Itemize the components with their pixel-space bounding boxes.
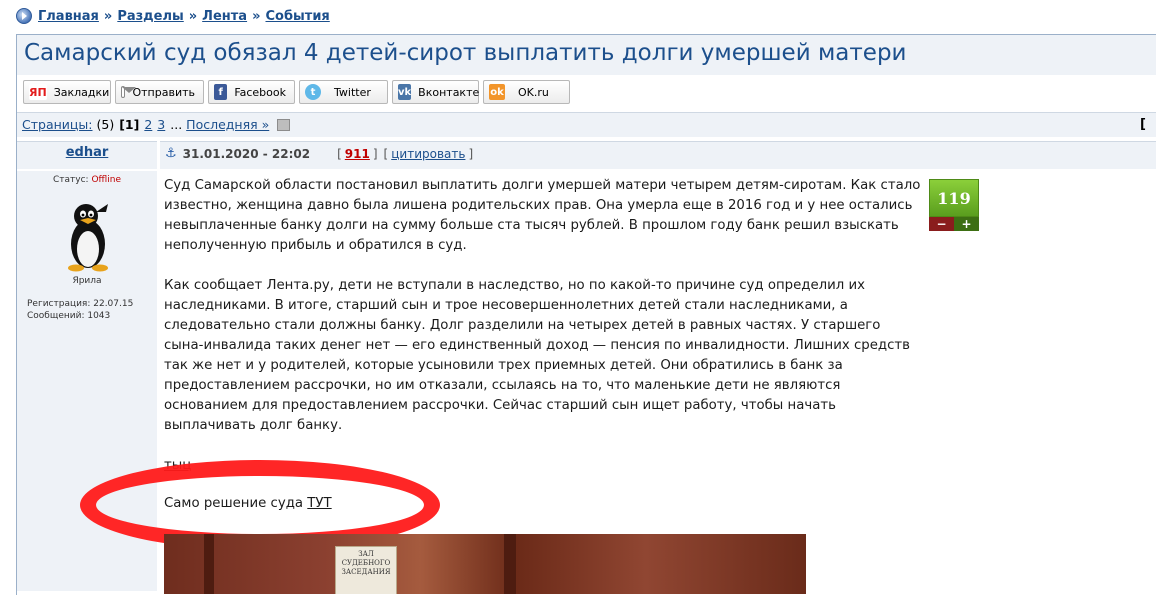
message-count: Сообщений: 1043: [27, 311, 111, 321]
post-number-link[interactable]: 911: [345, 147, 370, 161]
post-paragraph: Суд Самарской области постановил выплати…: [164, 178, 921, 253]
mail-icon: [121, 86, 138, 98]
okru-label: OK.ru: [518, 85, 549, 99]
breadcrumb-sections[interactable]: Разделы: [117, 9, 183, 24]
rating-plus-button[interactable]: +: [954, 217, 979, 231]
court-decision-line: Само решение суда ТУТ: [164, 496, 332, 511]
post-meta: ⚓ 31.01.2020 - 22:02 [ 911 ] [ цитироват…: [165, 146, 474, 161]
bookmarks-button[interactable]: ЯП Закладки: [23, 80, 111, 104]
page-link-3[interactable]: 3: [157, 117, 165, 132]
yandex-bookmarks-icon: ЯП: [29, 84, 47, 100]
registration-date: Регистрация: 22.07.15: [27, 299, 134, 309]
pagination-right-bracket: [: [1140, 117, 1146, 132]
post-date: 31.01.2020 - 22:02: [182, 146, 311, 161]
breadcrumb-separator: »: [252, 8, 261, 24]
anchor-icon[interactable]: ⚓: [165, 146, 177, 161]
rating-widget: 119 − +: [929, 179, 979, 231]
twitter-label: Twitter: [334, 85, 371, 99]
status-value: Offline: [91, 175, 121, 185]
pages-total: (5): [96, 117, 115, 132]
user-stats: Регистрация: 22.07.15 Сообщений: 1043: [27, 298, 133, 322]
vkontakte-button[interactable]: vk Вконтакте: [392, 80, 479, 104]
pagination: Страницы: (5) [1] 2 3 ... Последняя »: [22, 117, 291, 132]
status-label: Статус:: [53, 175, 89, 185]
breadcrumb-events[interactable]: События: [265, 9, 329, 24]
print-icon[interactable]: [277, 118, 291, 131]
rating-minus-button[interactable]: −: [929, 217, 954, 231]
facebook-label: Facebook: [234, 85, 286, 99]
send-button[interactable]: Отправить: [115, 80, 204, 104]
avatar[interactable]: [62, 200, 114, 272]
bookmarks-label: Закладки: [53, 85, 110, 99]
facebook-icon: f: [214, 84, 228, 100]
share-toolbar: ЯП Закладки Отправить f Facebook t Twitt…: [23, 80, 570, 104]
page-link-2[interactable]: 2: [144, 117, 152, 132]
send-label: Отправить: [132, 85, 195, 99]
pages-ellipsis: ...: [170, 117, 183, 132]
home-icon[interactable]: [16, 8, 32, 24]
twitter-icon: t: [305, 84, 321, 100]
odnoklassniki-icon: ok: [489, 84, 505, 100]
last-page-link[interactable]: Последняя »: [186, 117, 269, 132]
vk-icon: vk: [398, 84, 412, 100]
post-body: Суд Самарской области постановил выплати…: [164, 176, 924, 476]
user-status: Статус: Offline: [17, 175, 157, 185]
pages-label[interactable]: Страницы:: [22, 117, 93, 132]
courtroom-photo: ЗАЛ СУДЕБНОГО ЗАСЕДАНИЯ: [164, 534, 806, 594]
page-title: Самарский суд обязал 4 детей-сирот выпла…: [24, 40, 907, 66]
okru-button[interactable]: ok OK.ru: [483, 80, 570, 104]
quote-link[interactable]: цитировать: [391, 147, 465, 161]
breadcrumb-feed[interactable]: Лента: [202, 9, 247, 24]
breadcrumb-home[interactable]: Главная: [38, 9, 99, 24]
quote-wrap: цитировать: [391, 147, 465, 161]
decision-text: Само решение суда: [164, 496, 308, 511]
current-page: [1]: [119, 117, 140, 132]
author-name: edhar: [17, 145, 157, 160]
breadcrumb: Главная » Разделы » Лента » События: [16, 8, 330, 24]
breadcrumb-separator: »: [103, 8, 113, 24]
decision-link[interactable]: ТУТ: [307, 496, 331, 511]
post-paragraph: Как сообщает Лента.ру, дети не вступали …: [164, 278, 911, 433]
author-link[interactable]: edhar: [66, 145, 109, 160]
vkontakte-label: Вконтакте: [418, 85, 480, 99]
courtroom-sign: ЗАЛ СУДЕБНОГО ЗАСЕДАНИЯ: [335, 546, 397, 594]
breadcrumb-separator: »: [188, 8, 198, 24]
user-rank: Ярила: [72, 276, 102, 286]
twitter-button[interactable]: t Twitter: [299, 80, 388, 104]
rating-score: 119: [929, 179, 979, 217]
facebook-button[interactable]: f Facebook: [208, 80, 295, 104]
